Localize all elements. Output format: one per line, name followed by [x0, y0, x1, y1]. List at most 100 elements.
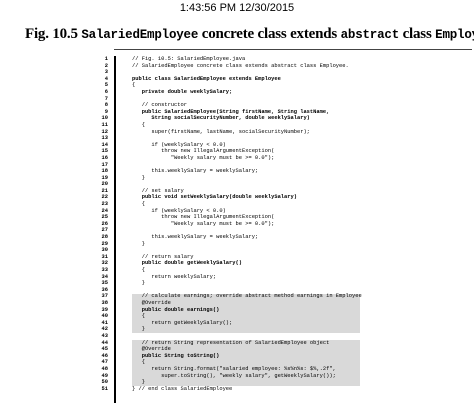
code-text: // SalariedEmployee concrete class exten…	[132, 62, 349, 69]
code-text: public class SalariedEmployee extends Em…	[132, 75, 281, 82]
line-number: 28	[101, 234, 108, 241]
code-text: {	[132, 201, 145, 208]
code-line: 13	[102, 135, 358, 142]
code-text: super.toString(), "weekly salary", getWe…	[132, 372, 336, 379]
line-number: 26	[101, 220, 108, 227]
code-line: 46 public String toString()	[102, 352, 358, 360]
base-class-name: Employee	[435, 28, 474, 42]
line-number: 38	[101, 299, 108, 306]
code-text: super(firstName, lastName, socialSecurit…	[132, 128, 310, 135]
code-line: 4 public class SalariedEmployee extends E…	[105, 75, 358, 83]
line-number: 41	[101, 319, 108, 326]
line-number: 33	[101, 267, 108, 273]
line-number: 27	[101, 227, 108, 234]
code-text: return String.format("salaried employee:…	[132, 365, 336, 372]
title-text: concrete class extends	[201, 26, 338, 42]
code-line: 40 {	[102, 313, 358, 320]
line-number: 37	[101, 293, 108, 300]
abstract-keyword: abstract	[340, 28, 400, 42]
figure-title: Fig. 10.5 SalariedEmployee concrete clas…	[25, 25, 474, 44]
line-number: 11	[101, 121, 108, 128]
line-number: 8	[104, 102, 108, 109]
code-line: 16 "Weekly salary must be >= 0.0");	[102, 154, 358, 162]
code-text: private double weeklySalary;	[132, 88, 233, 95]
code-text: }	[132, 240, 145, 247]
code-text: "Weekly salary must be >= 0.0");	[132, 220, 275, 227]
line-number: 30	[101, 247, 108, 254]
code-text: // constructor	[132, 102, 187, 109]
line-number: 13	[101, 135, 108, 142]
code-line: 21 // set salary	[102, 187, 358, 195]
code-line: 27	[102, 227, 358, 234]
code-line: 7	[105, 96, 358, 103]
code-line: 25 throw new IllegalArgumentException(	[102, 214, 358, 221]
line-number: 46	[101, 352, 108, 359]
code-text: // Fig. 10.5: SalariedEmployee.java	[132, 56, 246, 62]
code-line: 32 public double getWeeklySalary()	[102, 260, 358, 267]
line-number: 49	[101, 372, 108, 379]
code-line: 9 public SalariedEmployee(String firstNa…	[105, 109, 358, 116]
code-text: {	[132, 121, 145, 128]
line-number: 39	[101, 306, 108, 313]
code-text: {	[132, 82, 136, 89]
code-text: throw new IllegalArgumentException(	[132, 214, 275, 221]
code-line: 35 }	[102, 280, 358, 287]
code-text: this.weeklySalary = weeklySalary;	[132, 234, 259, 241]
line-number: 32	[101, 260, 108, 267]
line-number: 15	[101, 148, 108, 155]
line-number: 19	[101, 174, 108, 181]
code-text: throw new IllegalArgumentException(	[132, 148, 275, 155]
line-number: 25	[101, 214, 108, 221]
timestamp: 1:43:56 PM 12/30/2015	[179, 2, 295, 14]
code-text: {	[132, 267, 145, 273]
code-text: "Weekly salary must be >= 0.0");	[132, 154, 275, 161]
code-line: 26 "Weekly salary must be >= 0.0");	[102, 220, 358, 228]
line-number: 9	[104, 108, 108, 115]
code-line: 5{	[105, 82, 358, 89]
line-number: 45	[101, 346, 108, 353]
code-text: return getWeeklySalary();	[132, 319, 233, 326]
code-text: // set salary	[132, 187, 184, 194]
line-number: 47	[101, 359, 108, 366]
line-number: 34	[101, 273, 108, 280]
code-line: 23 {	[102, 201, 358, 208]
code-line: 44 // return String representation of Sa…	[102, 340, 358, 347]
code-line: 14 if (weeklySalary < 0.0)	[102, 142, 358, 149]
code-line: 38 @Override	[102, 300, 358, 307]
code-text: this.weeklySalary = weeklySalary;	[132, 168, 259, 175]
code-line: 49 super.toString(), "weekly salary", ge…	[102, 372, 358, 380]
code-line: 2 // SalariedEmployee concrete class exte…	[105, 62, 358, 70]
line-number: 24	[101, 207, 108, 214]
code-line: 39 public double earnings()	[102, 307, 358, 314]
code-line: 41 return getWeeklySalary();	[102, 319, 358, 327]
code-line: 33 {	[102, 267, 358, 274]
code-text: } // end class SalariedEmployee	[132, 385, 233, 392]
code-line: 12 super(firstName, lastName, socialSecu…	[102, 128, 358, 136]
code-line: 6 private double weeklySalary;	[105, 88, 358, 96]
code-text: {	[132, 359, 145, 366]
code-text: }	[132, 174, 145, 181]
code-line: 24 if (weeklySalary < 0.0)	[102, 208, 358, 215]
title-text-2: class	[402, 26, 432, 42]
code-text: public void setWeeklySalary(double weekl…	[132, 194, 297, 201]
figure-number: Fig. 10.5	[25, 26, 78, 42]
line-number: 42	[101, 326, 108, 333]
code-line: 51 } // end class SalariedEmployee	[102, 385, 358, 393]
line-number: 17	[101, 161, 108, 168]
code-text: // calculate earnings; override abstract…	[132, 293, 362, 300]
code-line: 43	[102, 333, 358, 340]
code-line: 36	[102, 287, 358, 294]
code-line: 1 // Fig. 10.5: SalariedEmployee.java	[105, 56, 358, 63]
code-line: 47 {	[102, 359, 358, 366]
code-text: }	[132, 280, 145, 287]
code-text: @Override	[132, 346, 171, 353]
code-text: // return salary	[132, 253, 194, 260]
line-number: 20	[101, 181, 108, 188]
code-text: public double getWeeklySalary()	[132, 260, 242, 267]
code-text: public String toString()	[132, 352, 220, 359]
line-number: 1	[104, 56, 108, 62]
line-number: 40	[101, 313, 108, 320]
line-number: 51	[101, 385, 108, 392]
code-text: }	[132, 326, 145, 333]
code-line: 8 // constructor	[105, 102, 358, 109]
